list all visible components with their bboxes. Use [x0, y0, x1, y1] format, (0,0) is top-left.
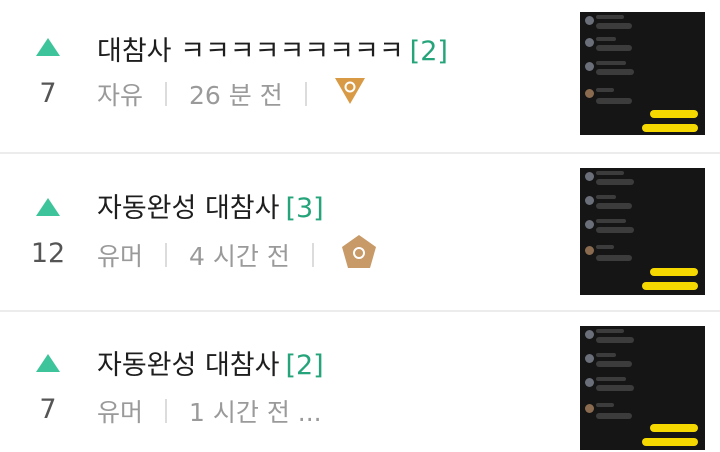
post-title-text: 대참사 ㅋㅋㅋㅋㅋㅋㅋㅋㅋ: [97, 36, 404, 67]
comment-count: [2]: [409, 36, 448, 67]
post-item[interactable]: 7 대참사 ㅋㅋㅋㅋㅋㅋㅋㅋㅋ [2] 자유 26 분 전: [0, 0, 720, 152]
chat-screenshot-thumbnail[interactable]: [580, 326, 705, 450]
post-category[interactable]: 자유: [97, 76, 143, 112]
orange-triangle-badge-icon: [333, 76, 367, 112]
post-title[interactable]: 대참사 ㅋㅋㅋㅋㅋㅋㅋㅋㅋ [2]: [97, 29, 448, 68]
upvote-control[interactable]: 7: [22, 38, 74, 109]
vote-count: 7: [39, 78, 57, 109]
post-time: 1 시간 전 ...: [189, 398, 322, 427]
meta-divider: [304, 82, 307, 106]
post-category[interactable]: 유머: [97, 237, 143, 273]
meta-divider: [311, 243, 314, 267]
post-category[interactable]: 유머: [97, 393, 143, 429]
comment-count: [2]: [285, 350, 324, 381]
upvote-arrow-icon[interactable]: [36, 38, 60, 56]
post-item[interactable]: 12 자동완성 대참사 [3] 유머 4 시간 전: [0, 154, 720, 310]
post-meta: 유머 4 시간 전: [97, 233, 378, 277]
meta-divider: [165, 399, 168, 423]
post-time: 26 분 전: [189, 81, 283, 110]
pentagon-badge-icon: [340, 233, 378, 277]
vote-count: 7: [39, 394, 57, 425]
comment-count: [3]: [285, 193, 324, 224]
post-feed: 7 대참사 ㅋㅋㅋㅋㅋㅋㅋㅋㅋ [2] 자유 26 분 전 12 자동완성 대참…: [0, 0, 720, 452]
upvote-arrow-icon[interactable]: [36, 198, 60, 216]
meta-divider: [165, 243, 168, 267]
post-meta: 유머 1 시간 전 ...: [97, 393, 322, 429]
upvote-control[interactable]: 12: [22, 198, 74, 269]
post-title[interactable]: 자동완성 대참사 [2]: [97, 343, 324, 382]
meta-divider: [165, 82, 168, 106]
post-time: 4 시간 전: [189, 242, 290, 271]
chat-screenshot-thumbnail[interactable]: [580, 12, 705, 135]
post-title-text: 자동완성 대참사: [97, 193, 280, 224]
post-meta: 자유 26 분 전: [97, 76, 367, 112]
post-title-text: 자동완성 대참사: [97, 350, 280, 381]
upvote-arrow-icon[interactable]: [36, 354, 60, 372]
post-item[interactable]: 7 자동완성 대참사 [2] 유머 1 시간 전 ...: [0, 312, 720, 452]
chat-screenshot-thumbnail[interactable]: [580, 168, 705, 295]
vote-count: 12: [30, 238, 66, 269]
upvote-control[interactable]: 7: [22, 354, 74, 425]
post-title[interactable]: 자동완성 대참사 [3]: [97, 186, 324, 225]
